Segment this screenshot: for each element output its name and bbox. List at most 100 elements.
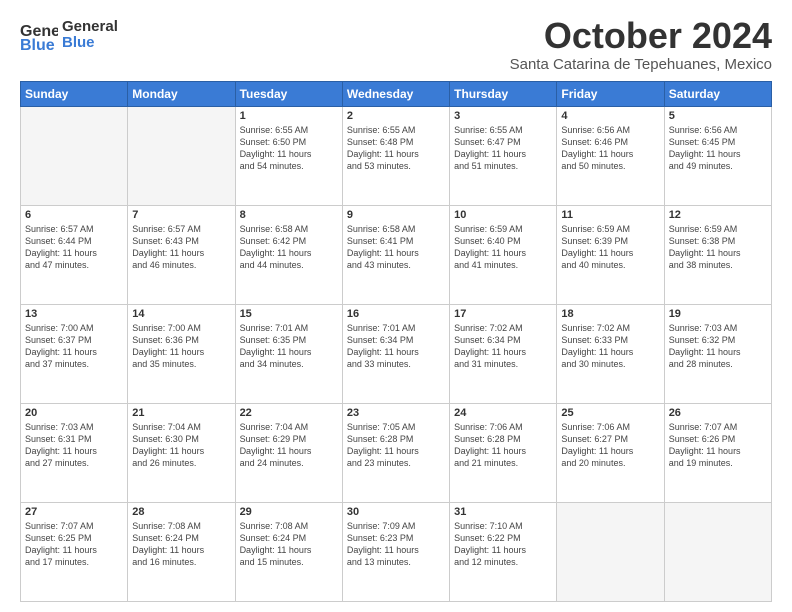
day-number: 2: [347, 110, 445, 122]
calendar-table: SundayMondayTuesdayWednesdayThursdayFrid…: [20, 81, 772, 602]
location-subtitle: Santa Catarina de Tepehuanes, Mexico: [510, 56, 772, 73]
day-number: 13: [25, 308, 123, 320]
weekday-header-monday: Monday: [128, 81, 235, 106]
day-number: 26: [669, 407, 767, 419]
logo-icon: General Blue: [20, 16, 58, 54]
calendar-cell: 24 Sunrise: 7:06 AM Sunset: 6:28 PM Dayli…: [450, 403, 557, 502]
calendar-cell: 7 Sunrise: 6:57 AM Sunset: 6:43 PM Daylig…: [128, 205, 235, 304]
calendar-cell: 11 Sunrise: 6:59 AM Sunset: 6:39 PM Dayli…: [557, 205, 664, 304]
calendar-cell: 26Sunrise: 7:07 AM Sunset: 6:26 PM Dayli…: [664, 403, 771, 502]
day-number: 20: [25, 407, 123, 419]
calendar-cell: 30 Sunrise: 7:09 AM Sunset: 6:23 PM Dayli…: [342, 502, 449, 601]
day-number: 12: [669, 209, 767, 221]
cell-info: Sunrise: 6:58 AM Sunset: 6:42 PM Dayligh…: [240, 223, 338, 272]
cell-info: Sunrise: 7:10 AM Sunset: 6:22 PM Dayligh…: [454, 520, 552, 569]
cell-info: Sunrise: 6:57 AM Sunset: 6:43 PM Dayligh…: [132, 223, 230, 272]
day-number: 27: [25, 506, 123, 518]
logo-blue: Blue: [62, 35, 118, 52]
calendar-cell: 14 Sunrise: 7:00 AM Sunset: 6:36 PM Dayli…: [128, 304, 235, 403]
day-number: 25: [561, 407, 659, 419]
day-number: 1: [240, 110, 338, 122]
calendar-cell: [557, 502, 664, 601]
calendar-cell: 15 Sunrise: 7:01 AM Sunset: 6:35 PM Dayli…: [235, 304, 342, 403]
calendar-cell: 25 Sunrise: 7:06 AM Sunset: 6:27 PM Dayli…: [557, 403, 664, 502]
calendar-week-1: 1 Sunrise: 6:55 AM Sunset: 6:50 PM Daylig…: [21, 106, 772, 205]
calendar-cell: 18Sunrise: 7:02 AM Sunset: 6:33 PM Dayli…: [557, 304, 664, 403]
calendar-week-3: 13Sunrise: 7:00 AM Sunset: 6:37 PM Dayli…: [21, 304, 772, 403]
cell-info: Sunrise: 7:09 AM Sunset: 6:23 PM Dayligh…: [347, 520, 445, 569]
cell-info: Sunrise: 6:56 AM Sunset: 6:45 PM Dayligh…: [669, 124, 767, 173]
day-number: 15: [240, 308, 338, 320]
calendar-cell: 17Sunrise: 7:02 AM Sunset: 6:34 PM Dayli…: [450, 304, 557, 403]
cell-info: Sunrise: 7:02 AM Sunset: 6:33 PM Dayligh…: [561, 322, 659, 371]
calendar-cell: 23 Sunrise: 7:05 AM Sunset: 6:28 PM Dayli…: [342, 403, 449, 502]
day-number: 16: [347, 308, 445, 320]
calendar-cell: 5 Sunrise: 6:56 AM Sunset: 6:45 PM Daylig…: [664, 106, 771, 205]
cell-info: Sunrise: 6:59 AM Sunset: 6:40 PM Dayligh…: [454, 223, 552, 272]
day-number: 7: [132, 209, 230, 221]
page: General Blue General Blue October 2024 S…: [0, 0, 792, 612]
weekday-header-thursday: Thursday: [450, 81, 557, 106]
day-number: 10: [454, 209, 552, 221]
calendar-cell: 8 Sunrise: 6:58 AM Sunset: 6:42 PM Daylig…: [235, 205, 342, 304]
calendar-cell: 1 Sunrise: 6:55 AM Sunset: 6:50 PM Daylig…: [235, 106, 342, 205]
calendar-cell: 19 Sunrise: 7:03 AM Sunset: 6:32 PM Dayli…: [664, 304, 771, 403]
calendar-cell: 12 Sunrise: 6:59 AM Sunset: 6:38 PM Dayli…: [664, 205, 771, 304]
day-number: 29: [240, 506, 338, 518]
logo: General Blue General Blue: [20, 16, 118, 54]
day-number: 22: [240, 407, 338, 419]
calendar-cell: 22Sunrise: 7:04 AM Sunset: 6:29 PM Dayli…: [235, 403, 342, 502]
calendar-cell: 2Sunrise: 6:55 AM Sunset: 6:48 PM Daylig…: [342, 106, 449, 205]
day-number: 9: [347, 209, 445, 221]
title-block: October 2024 Santa Catarina de Tepehuane…: [510, 16, 772, 73]
weekday-header-tuesday: Tuesday: [235, 81, 342, 106]
day-number: 19: [669, 308, 767, 320]
cell-info: Sunrise: 6:56 AM Sunset: 6:46 PM Dayligh…: [561, 124, 659, 173]
cell-info: Sunrise: 7:00 AM Sunset: 6:36 PM Dayligh…: [132, 322, 230, 371]
day-number: 31: [454, 506, 552, 518]
cell-info: Sunrise: 6:59 AM Sunset: 6:39 PM Dayligh…: [561, 223, 659, 272]
day-number: 24: [454, 407, 552, 419]
cell-info: Sunrise: 7:06 AM Sunset: 6:27 PM Dayligh…: [561, 421, 659, 470]
weekday-header-row: SundayMondayTuesdayWednesdayThursdayFrid…: [21, 81, 772, 106]
cell-info: Sunrise: 7:01 AM Sunset: 6:34 PM Dayligh…: [347, 322, 445, 371]
day-number: 28: [132, 506, 230, 518]
cell-info: Sunrise: 7:03 AM Sunset: 6:31 PM Dayligh…: [25, 421, 123, 470]
day-number: 17: [454, 308, 552, 320]
cell-info: Sunrise: 6:55 AM Sunset: 6:47 PM Dayligh…: [454, 124, 552, 173]
cell-info: Sunrise: 7:05 AM Sunset: 6:28 PM Dayligh…: [347, 421, 445, 470]
weekday-header-friday: Friday: [557, 81, 664, 106]
calendar-week-5: 27 Sunrise: 7:07 AM Sunset: 6:25 PM Dayli…: [21, 502, 772, 601]
calendar-cell: [128, 106, 235, 205]
day-number: 14: [132, 308, 230, 320]
calendar-cell: 16 Sunrise: 7:01 AM Sunset: 6:34 PM Dayli…: [342, 304, 449, 403]
calendar-cell: 28Sunrise: 7:08 AM Sunset: 6:24 PM Dayli…: [128, 502, 235, 601]
day-number: 11: [561, 209, 659, 221]
cell-info: Sunrise: 6:55 AM Sunset: 6:50 PM Dayligh…: [240, 124, 338, 173]
calendar-cell: 29Sunrise: 7:08 AM Sunset: 6:24 PM Dayli…: [235, 502, 342, 601]
cell-info: Sunrise: 6:59 AM Sunset: 6:38 PM Dayligh…: [669, 223, 767, 272]
day-number: 23: [347, 407, 445, 419]
day-number: 3: [454, 110, 552, 122]
calendar-cell: 3 Sunrise: 6:55 AM Sunset: 6:47 PM Daylig…: [450, 106, 557, 205]
calendar-cell: 21Sunrise: 7:04 AM Sunset: 6:30 PM Dayli…: [128, 403, 235, 502]
weekday-header-wednesday: Wednesday: [342, 81, 449, 106]
calendar-week-2: 6Sunrise: 6:57 AM Sunset: 6:44 PM Daylig…: [21, 205, 772, 304]
svg-text:Blue: Blue: [20, 37, 55, 54]
calendar-cell: 13Sunrise: 7:00 AM Sunset: 6:37 PM Dayli…: [21, 304, 128, 403]
month-title: October 2024: [510, 16, 772, 56]
day-number: 30: [347, 506, 445, 518]
day-number: 5: [669, 110, 767, 122]
cell-info: Sunrise: 6:58 AM Sunset: 6:41 PM Dayligh…: [347, 223, 445, 272]
cell-info: Sunrise: 7:03 AM Sunset: 6:32 PM Dayligh…: [669, 322, 767, 371]
header: General Blue General Blue October 2024 S…: [20, 16, 772, 73]
calendar-cell: 20 Sunrise: 7:03 AM Sunset: 6:31 PM Dayli…: [21, 403, 128, 502]
day-number: 21: [132, 407, 230, 419]
calendar-cell: [664, 502, 771, 601]
calendar-cell: 31 Sunrise: 7:10 AM Sunset: 6:22 PM Dayli…: [450, 502, 557, 601]
day-number: 8: [240, 209, 338, 221]
cell-info: Sunrise: 7:07 AM Sunset: 6:25 PM Dayligh…: [25, 520, 123, 569]
cell-info: Sunrise: 7:01 AM Sunset: 6:35 PM Dayligh…: [240, 322, 338, 371]
cell-info: Sunrise: 7:06 AM Sunset: 6:28 PM Dayligh…: [454, 421, 552, 470]
calendar-cell: 6Sunrise: 6:57 AM Sunset: 6:44 PM Daylig…: [21, 205, 128, 304]
